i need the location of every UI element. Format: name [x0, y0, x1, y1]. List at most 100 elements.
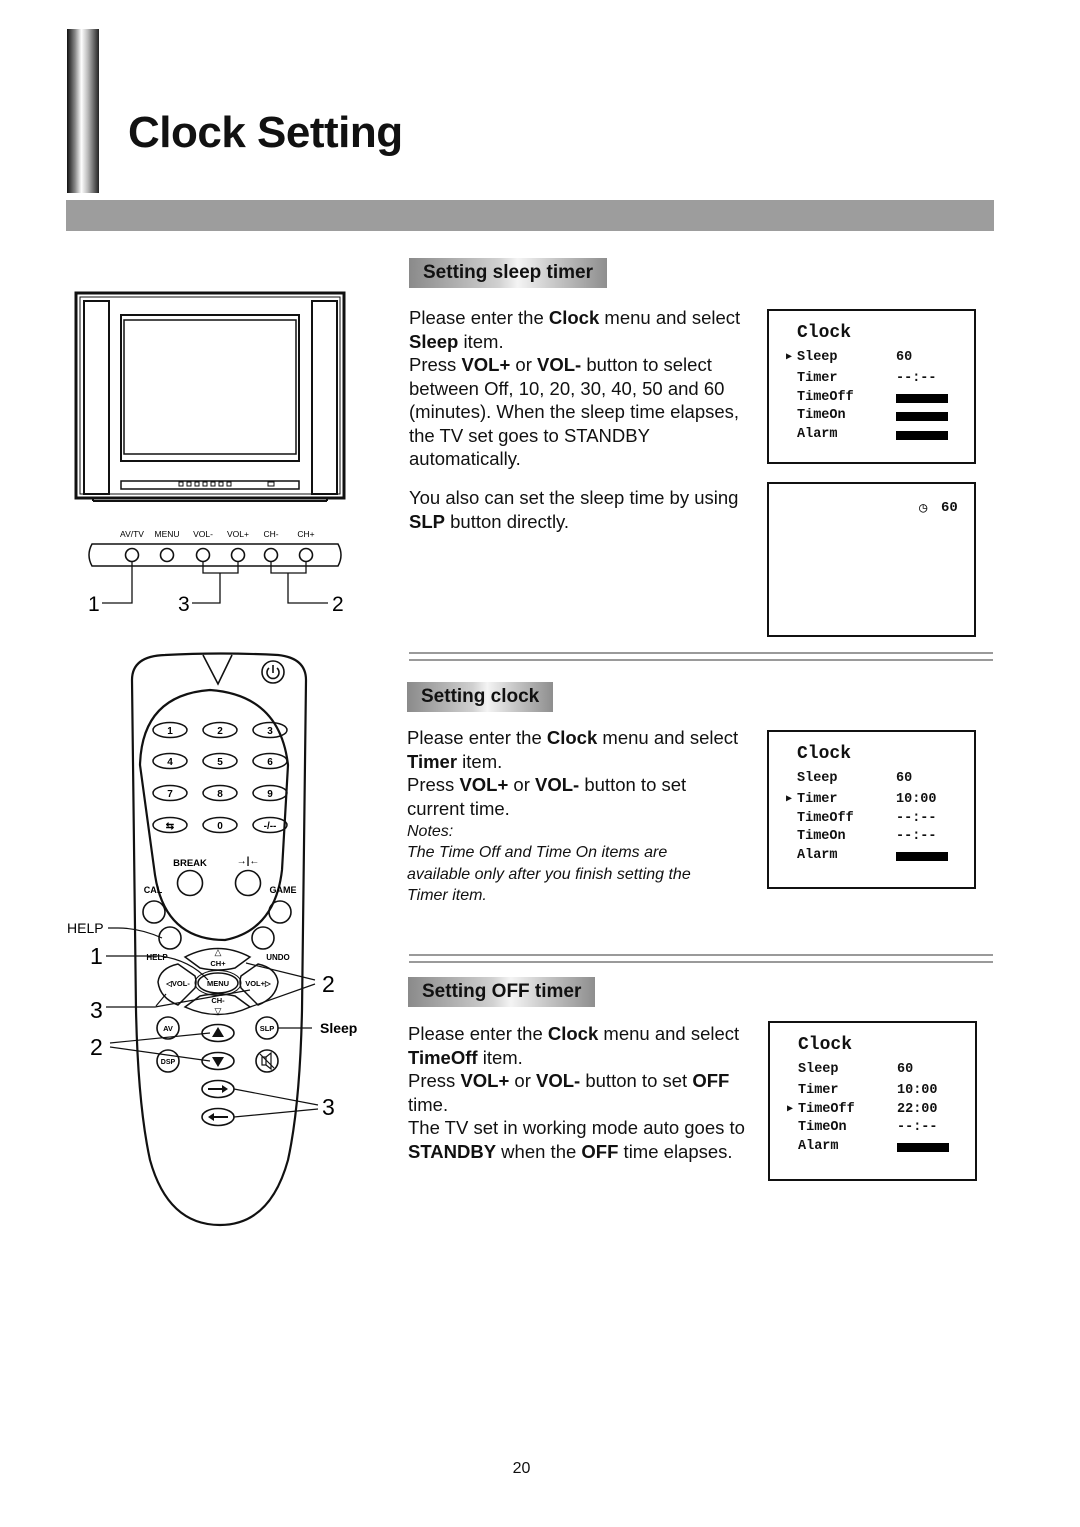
page-number: 20 [512, 1460, 531, 1477]
osd-value: --:-- [896, 371, 937, 386]
bold-term: VOL+ [460, 1070, 510, 1091]
osd-value: 60 [897, 1062, 914, 1077]
keypad-label: 9 [267, 789, 273, 800]
osd-clock-menu-sleep: Clock ▶ Sleep 60 Timer --:-- TimeOff TimeOn Alar… [767, 309, 976, 464]
bold-term: STANDBY [408, 1140, 497, 1162]
tv-front-panel-diagram: AV/TV MENU VOL- VOL+ CH- CH+ 1 3 2 [74, 291, 346, 616]
bold-term: Clock [546, 727, 598, 748]
callout-2-right: 2 [322, 971, 335, 997]
panel-label-ch-plus: CH+ [297, 529, 314, 539]
cal-button [142, 900, 166, 924]
osd-item-timeoff: TimeOff [798, 1102, 855, 1117]
osd-item-alarm: Alarm [798, 1139, 839, 1154]
svg-text:△: △ [215, 947, 222, 957]
label-av: AV [163, 1024, 173, 1033]
text-run: or [509, 1070, 537, 1091]
bold-term: VOL- [535, 774, 580, 795]
help-button [158, 926, 182, 950]
text-run: menu and select [598, 1023, 740, 1044]
label-ch-minus: CH- [211, 996, 225, 1005]
label-dsp: DSP [161, 1059, 176, 1066]
keypad-label: ⇆ [166, 821, 175, 832]
text-run: You also can set the sleep time by using [409, 487, 739, 508]
bold-term: OFF [692, 1070, 730, 1091]
text-run: The TV set in working mode auto goes to [408, 1117, 745, 1138]
down-triangle-icon [212, 1057, 224, 1067]
undo-button [251, 926, 275, 950]
section-divider [409, 954, 993, 963]
header-band [66, 200, 994, 231]
text-run: when the [496, 1140, 582, 1162]
bold-term: VOL- [537, 354, 582, 375]
keypad-label: 4 [167, 757, 173, 768]
label-cal: CAL [144, 885, 163, 895]
panel-label-avtv: AV/TV [120, 529, 144, 539]
text-run: or [508, 774, 536, 795]
osd-value: 22:00 [897, 1102, 938, 1117]
svg-text:▽: ▽ [215, 1006, 222, 1016]
panel-button-ch-plus [298, 547, 314, 563]
selection-arrow-icon: ▶ [787, 1104, 794, 1115]
keypad-label: 6 [267, 757, 273, 768]
numeric-keypad: 1 2 3 4 5 6 7 8 9 ⇆ 0 -/-- [152, 721, 288, 834]
bold-term: Timer [407, 750, 458, 772]
label-menu: MENU [207, 979, 229, 988]
osd-value: --:-- [897, 1120, 938, 1135]
text-run: time. [408, 1093, 449, 1115]
bold-term: VOL+ [461, 354, 511, 375]
text-run: item. [457, 750, 503, 772]
label-help-inner: HELP [146, 953, 168, 962]
callout-2-left: 2 [90, 1034, 103, 1060]
osd-value: 10:00 [897, 1083, 938, 1098]
osd-value-blank-bar [896, 852, 948, 861]
text-run: item. [458, 330, 504, 352]
up-triangle-icon [212, 1027, 224, 1037]
osd-value-blank-bar [896, 431, 948, 440]
osd-value: 60 [896, 771, 913, 786]
panel-button-vol-plus [230, 547, 246, 563]
osd-item-timeoff: TimeOff [797, 811, 854, 826]
osd-value-blank-bar [897, 1143, 949, 1152]
label-undo: UNDO [266, 953, 290, 962]
osd-title: Clock [797, 744, 852, 764]
notes-text: The Time Off and Time On items are avail… [407, 844, 691, 904]
text-run: Press [408, 1070, 461, 1091]
label-vol-plus: VOL+▷ [245, 979, 272, 988]
label-ch-plus: CH+ [210, 959, 226, 968]
callout-2: 2 [332, 593, 344, 616]
text-run: menu and select [599, 307, 741, 328]
tv-control-panel: AV/TV MENU VOL- VOL+ CH- CH+ 1 3 2 [88, 529, 344, 616]
section-divider [409, 652, 993, 661]
sleep-timer-slp-note: You also can set the sleep time by using… [409, 486, 759, 533]
text-run: Please enter the [407, 727, 547, 748]
bold-term: VOL+ [459, 774, 509, 795]
break-button [176, 869, 204, 897]
keypad-label: 8 [217, 789, 223, 800]
section-heading-sleep-timer: Setting sleep timer [409, 258, 607, 288]
keypad-label: 3 [267, 726, 273, 737]
bold-term: Sleep [409, 330, 459, 352]
osd-value: 60 [896, 350, 913, 365]
osd-item-timer: Timer [797, 371, 838, 386]
osd-value: --:-- [896, 829, 937, 844]
panel-label-menu: MENU [154, 529, 179, 539]
callout-sleep: Sleep [320, 1020, 357, 1036]
panel-button-avtv [124, 547, 140, 563]
osd-value-blank-bar [896, 394, 948, 403]
osd-item-timer: Timer [797, 792, 838, 807]
text-run: Press [409, 354, 462, 375]
bold-term: Clock [547, 1023, 599, 1044]
osd-item-sleep: Sleep [797, 771, 838, 786]
text-run: Please enter the [409, 307, 549, 328]
osd-sleep-indicator: ◷ 60 [767, 482, 976, 637]
label-break: BREAK [173, 858, 207, 869]
right-arrow-icon [208, 1085, 228, 1093]
osd-value: 10:00 [896, 792, 937, 807]
keypad-label: 1 [167, 726, 173, 737]
setting-clock-instructions: Please enter the Clock menu and select T… [407, 726, 747, 820]
callout-1: 1 [90, 943, 103, 969]
left-arrow-icon [208, 1113, 228, 1121]
text-run: Press [407, 774, 460, 795]
label-game: GAME [270, 885, 297, 895]
navigation-cluster: △ CH+ CH- ▽ ◁VOL- VOL+▷ MENU [157, 947, 279, 1016]
